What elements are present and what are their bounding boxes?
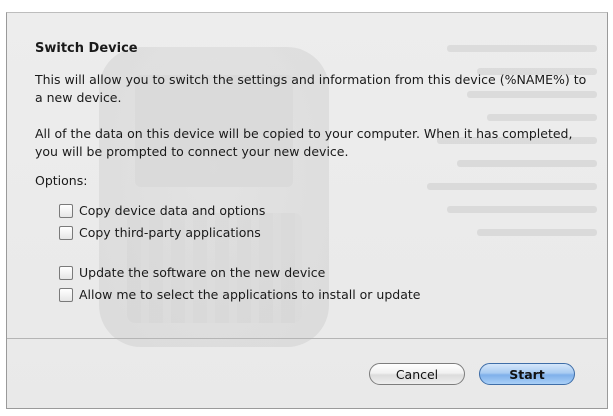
start-button[interactable]: Start [479, 363, 575, 385]
dialog-title: Switch Device [35, 41, 138, 56]
select-apps-checkbox[interactable]: Allow me to select the applications to i… [59, 287, 420, 302]
checkbox-box[interactable] [59, 203, 73, 218]
cancel-button[interactable]: Cancel [369, 363, 465, 385]
copy-third-party-apps-checkbox[interactable]: Copy third-party applications [59, 225, 261, 240]
switch-device-dialog: Switch Device This will allow you to swi… [6, 12, 608, 409]
checkbox-label: Copy third-party applications [79, 225, 261, 240]
checkbox-box[interactable] [59, 287, 73, 302]
copy-device-data-checkbox[interactable]: Copy device data and options [59, 203, 265, 218]
copy-notice-text: All of the data on this device will be c… [35, 126, 573, 159]
checkbox-label: Allow me to select the applications to i… [79, 287, 421, 302]
update-software-checkbox[interactable]: Update the software on the new device [59, 265, 325, 280]
checkbox-box[interactable] [59, 225, 73, 240]
options-label: Options: [35, 173, 88, 188]
divider [7, 338, 607, 339]
description-text: This will allow you to switch the settin… [35, 72, 587, 105]
checkbox-label: Update the software on the new device [79, 265, 326, 280]
checkbox-box[interactable] [59, 265, 73, 280]
checkbox-label: Copy device data and options [79, 203, 266, 218]
